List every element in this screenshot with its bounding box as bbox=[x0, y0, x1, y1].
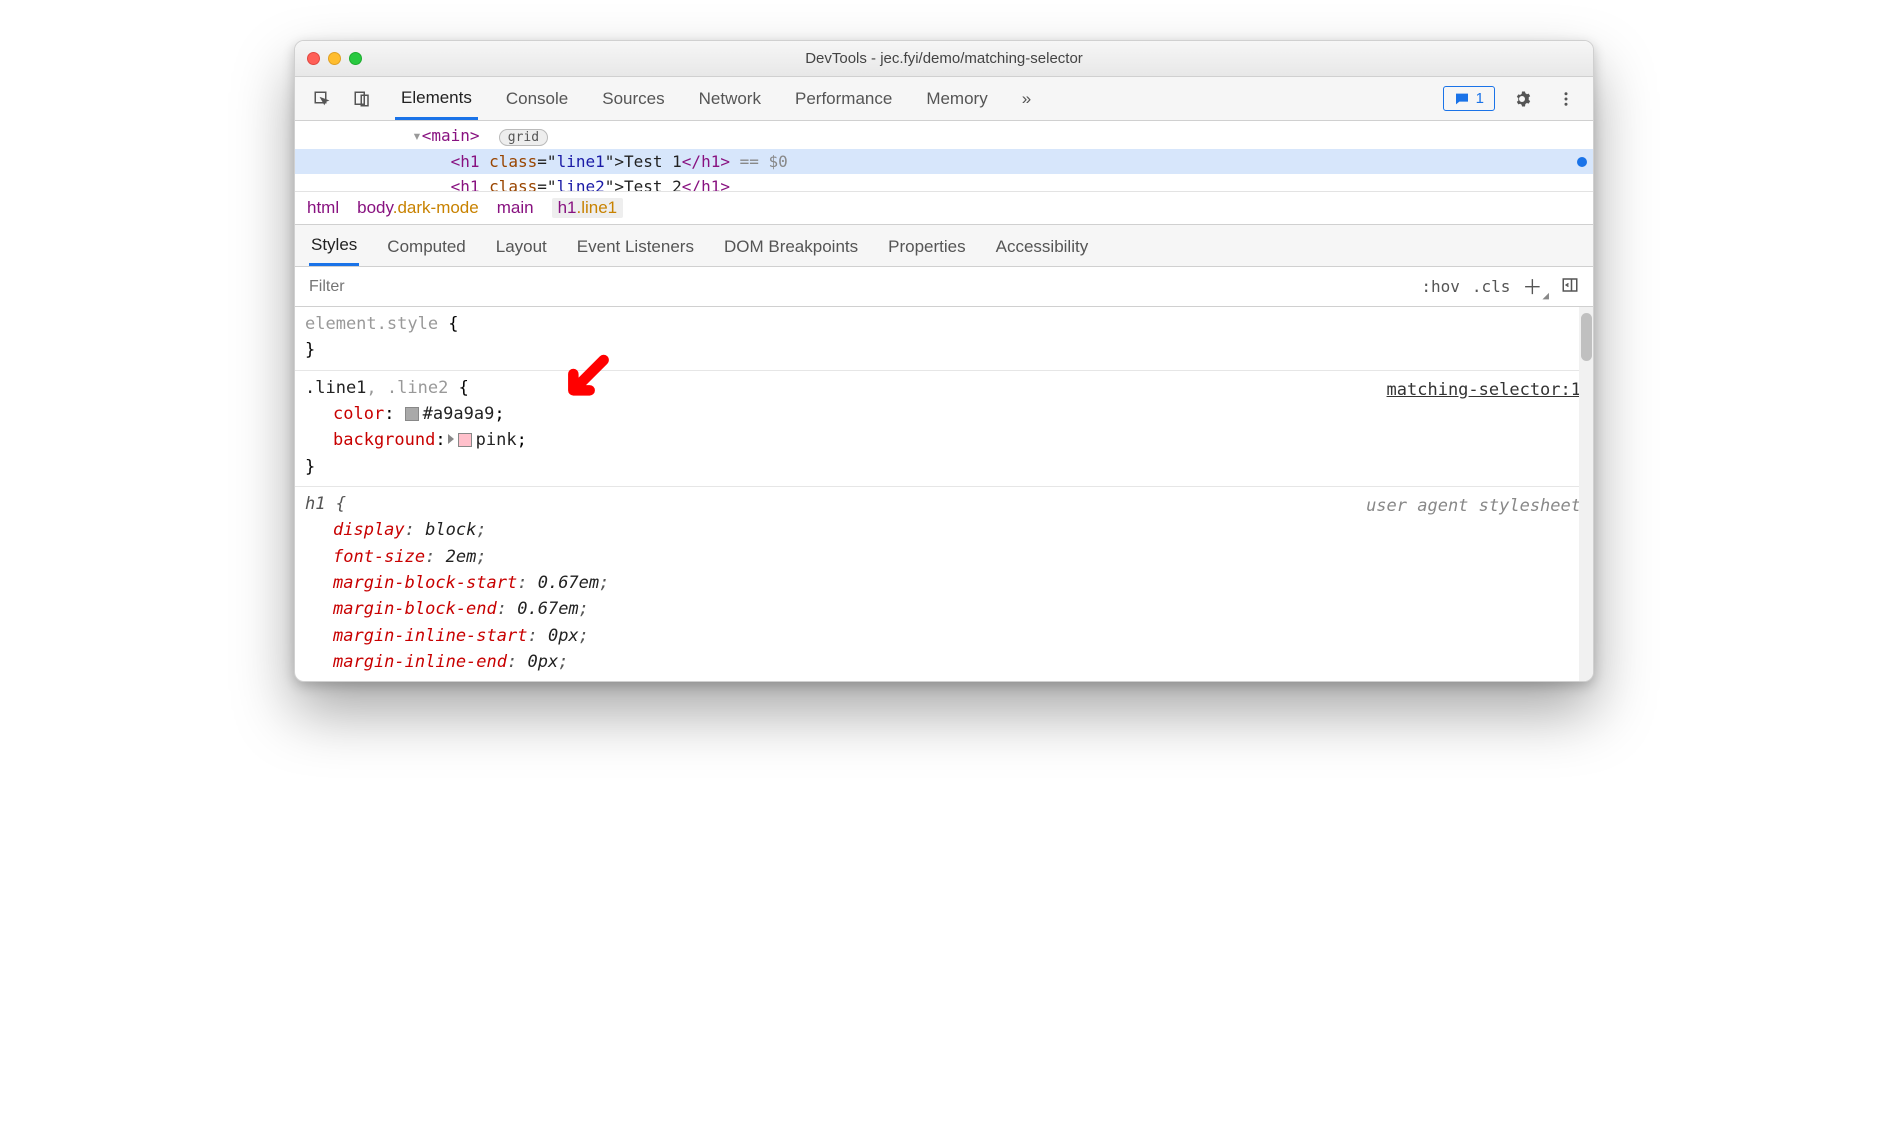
expand-icon[interactable] bbox=[448, 434, 454, 444]
dom-row-main[interactable]: ▾<main> grid bbox=[295, 123, 1593, 149]
declaration[interactable]: margin-inline-start: 0px; bbox=[305, 623, 1583, 649]
tab-elements[interactable]: Elements bbox=[395, 78, 478, 120]
grid-badge[interactable]: grid bbox=[499, 129, 548, 146]
declaration[interactable]: font-size: 2em; bbox=[305, 544, 1583, 570]
tab-network[interactable]: Network bbox=[693, 79, 767, 118]
crumb-html[interactable]: html bbox=[307, 198, 339, 218]
new-style-rule-icon[interactable]: ＋◢ bbox=[1522, 271, 1549, 302]
settings-icon[interactable] bbox=[1505, 82, 1539, 116]
declaration[interactable]: margin-block-end: 0.67em; bbox=[305, 596, 1583, 622]
issues-button[interactable]: 1 bbox=[1443, 86, 1495, 111]
subtab-accessibility[interactable]: Accessibility bbox=[994, 227, 1091, 265]
toggle-sidebar-icon[interactable] bbox=[1561, 275, 1579, 299]
crumb-main[interactable]: main bbox=[497, 198, 534, 218]
filter-input[interactable] bbox=[295, 278, 1407, 296]
more-icon[interactable] bbox=[1549, 82, 1583, 116]
devtools-window: DevTools - jec.fyi/demo/matching-selecto… bbox=[294, 40, 1594, 682]
declaration-color[interactable]: color: #a9a9a9; bbox=[305, 401, 1583, 427]
breadcrumbs: html body.dark-mode main h1.line1 bbox=[295, 191, 1593, 225]
color-swatch-icon[interactable] bbox=[458, 433, 472, 447]
crumb-h1[interactable]: h1.line1 bbox=[552, 198, 624, 218]
rule-line1-line2[interactable]: matching-selector:1 .line1, .line2 { col… bbox=[295, 371, 1593, 487]
declaration-background[interactable]: background:pink; bbox=[305, 427, 1583, 453]
dom-row-next[interactable]: <h1 class="line2">Test 2</h1> bbox=[295, 174, 1593, 191]
subtab-styles[interactable]: Styles bbox=[309, 225, 359, 266]
subtab-dom-breakpoints[interactable]: DOM Breakpoints bbox=[722, 227, 860, 265]
tabs-overflow[interactable]: » bbox=[1016, 79, 1037, 118]
styles-pane: element.style { } matching-selector:1 .l… bbox=[295, 307, 1593, 681]
issues-count: 1 bbox=[1476, 90, 1484, 107]
subtab-layout[interactable]: Layout bbox=[494, 227, 549, 265]
tab-memory[interactable]: Memory bbox=[920, 79, 993, 118]
window-title: DevTools - jec.fyi/demo/matching-selecto… bbox=[295, 50, 1593, 67]
declaration[interactable]: margin-block-start: 0.67em; bbox=[305, 570, 1583, 596]
declaration[interactable]: display: block; bbox=[305, 517, 1583, 543]
device-toggle-icon[interactable] bbox=[345, 82, 379, 116]
scrollbar-thumb[interactable] bbox=[1581, 313, 1592, 361]
subtab-properties[interactable]: Properties bbox=[886, 227, 967, 265]
main-toolbar: Elements Console Sources Network Perform… bbox=[295, 77, 1593, 121]
cls-toggle[interactable]: .cls bbox=[1472, 277, 1511, 296]
chat-icon bbox=[1454, 91, 1470, 107]
subtab-computed[interactable]: Computed bbox=[385, 227, 467, 265]
rule-source-ua: user agent stylesheet bbox=[1366, 493, 1581, 519]
subtab-event-listeners[interactable]: Event Listeners bbox=[575, 227, 696, 265]
tab-performance[interactable]: Performance bbox=[789, 79, 898, 118]
rule-element-style[interactable]: element.style { } bbox=[295, 307, 1593, 371]
dom-tree[interactable]: ⋯ ▾<main> grid <h1 class="line1">Test 1<… bbox=[295, 121, 1593, 191]
filter-bar: :hov .cls ＋◢ bbox=[295, 267, 1593, 307]
titlebar: DevTools - jec.fyi/demo/matching-selecto… bbox=[295, 41, 1593, 77]
dom-row-selected[interactable]: <h1 class="line1">Test 1</h1> == $0 bbox=[295, 149, 1593, 175]
declaration[interactable]: margin-inline-end: 0px; bbox=[305, 649, 1583, 675]
styles-subtabs: Styles Computed Layout Event Listeners D… bbox=[295, 225, 1593, 267]
crumb-body[interactable]: body.dark-mode bbox=[357, 198, 479, 218]
tab-sources[interactable]: Sources bbox=[596, 79, 670, 118]
rule-h1-ua[interactable]: user agent stylesheet h1 { display: bloc… bbox=[295, 487, 1593, 681]
inspect-icon[interactable] bbox=[305, 82, 339, 116]
tab-console[interactable]: Console bbox=[500, 79, 574, 118]
rule-source-link[interactable]: matching-selector:1 bbox=[1387, 377, 1581, 403]
scrollbar[interactable] bbox=[1579, 307, 1593, 681]
color-swatch-icon[interactable] bbox=[405, 407, 419, 421]
annotation-arrow-icon bbox=[557, 353, 613, 417]
panel-tabs: Elements Console Sources Network Perform… bbox=[395, 78, 1437, 120]
hov-toggle[interactable]: :hov bbox=[1421, 277, 1460, 296]
